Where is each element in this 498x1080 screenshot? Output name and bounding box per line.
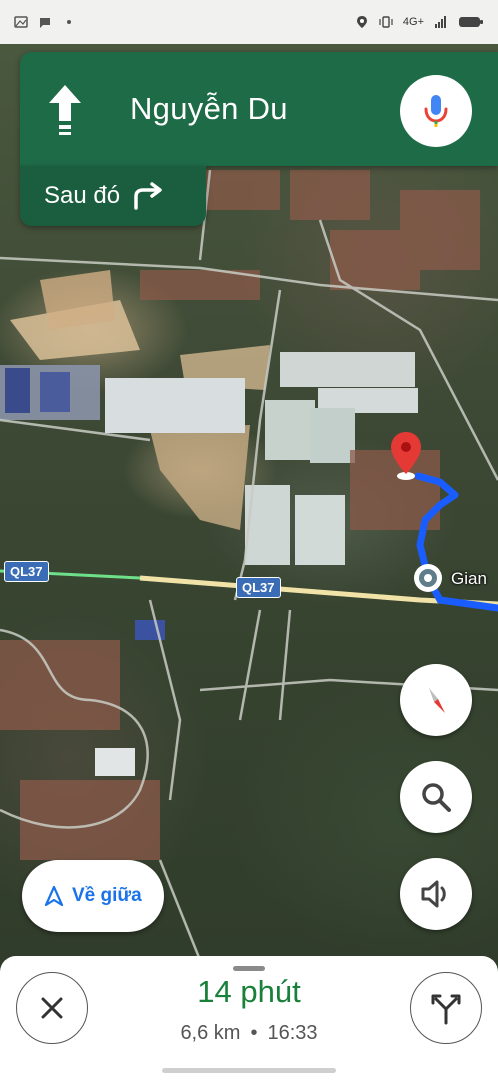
more-icon [67, 20, 71, 24]
road-label-ql37-left: QL37 [4, 561, 49, 582]
message-icon [40, 18, 50, 28]
sound-icon [421, 880, 446, 908]
gallery-icon [14, 16, 28, 28]
search-button[interactable] [400, 761, 472, 833]
voice-search-button[interactable] [400, 75, 472, 147]
recenter-label: Về giữa [72, 885, 142, 906]
sound-button[interactable] [400, 858, 472, 930]
straight-arrow-icon [20, 52, 110, 166]
trip-distance: 6,6 km [180, 1022, 241, 1044]
then-label: Sau đó [44, 182, 121, 209]
separator-dot: • [250, 1022, 258, 1044]
recenter-button[interactable]: Về giữa [22, 860, 164, 932]
place-label: Gian [451, 569, 487, 588]
vibrate-icon [379, 16, 393, 28]
destination-pin-icon[interactable] [388, 430, 424, 482]
location-icon [356, 16, 367, 28]
battery-icon [459, 17, 483, 27]
trip-summary-sheet[interactable]: 14 phút 6,6 km • 16:33 [0, 956, 498, 1080]
arrival-time: 16:33 [267, 1022, 318, 1044]
current-location-icon [414, 564, 442, 592]
road-label-ql37-center: QL37 [236, 577, 281, 598]
route-fork-icon [431, 994, 461, 1025]
status-bar: 4G+ [0, 0, 498, 44]
alternate-routes-button[interactable] [410, 972, 482, 1044]
search-icon [422, 783, 451, 812]
next-maneuver-card[interactable]: Sau đó [20, 166, 206, 226]
network-type: 4G+ [402, 16, 424, 28]
mic-icon [424, 95, 448, 127]
sheet-drag-handle[interactable] [233, 966, 265, 971]
compass-icon [429, 688, 445, 713]
navigation-instruction-card[interactable]: Nguyễn Du [20, 52, 498, 166]
signal-icon [435, 16, 446, 28]
navigation-arrow-icon [44, 885, 64, 907]
home-indicator[interactable] [162, 1068, 336, 1073]
turn-right-icon [134, 182, 162, 210]
compass-button[interactable] [400, 664, 472, 736]
